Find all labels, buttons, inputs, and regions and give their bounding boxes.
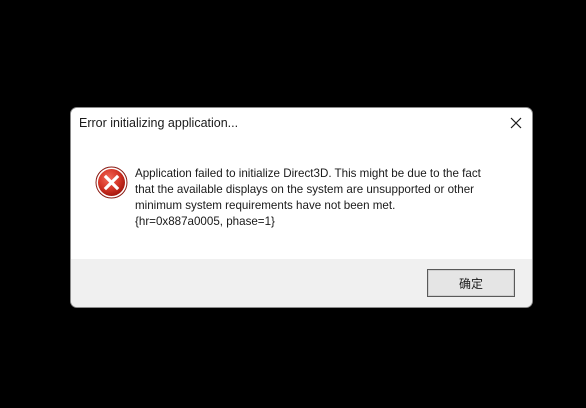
dialog-title: Error initializing application... (79, 116, 239, 130)
ok-button[interactable]: 确定 (427, 269, 515, 297)
dialog-footer: 确定 (71, 259, 532, 307)
close-icon (510, 117, 522, 129)
error-dialog: Error initializing application... Applic… (70, 107, 533, 308)
dialog-content: Application failed to initialize Direct3… (71, 138, 532, 259)
close-button[interactable] (500, 108, 532, 138)
error-message: Application failed to initialize Direct3… (135, 167, 481, 228)
dialog-titlebar: Error initializing application... (71, 108, 532, 138)
error-icon (95, 166, 128, 199)
